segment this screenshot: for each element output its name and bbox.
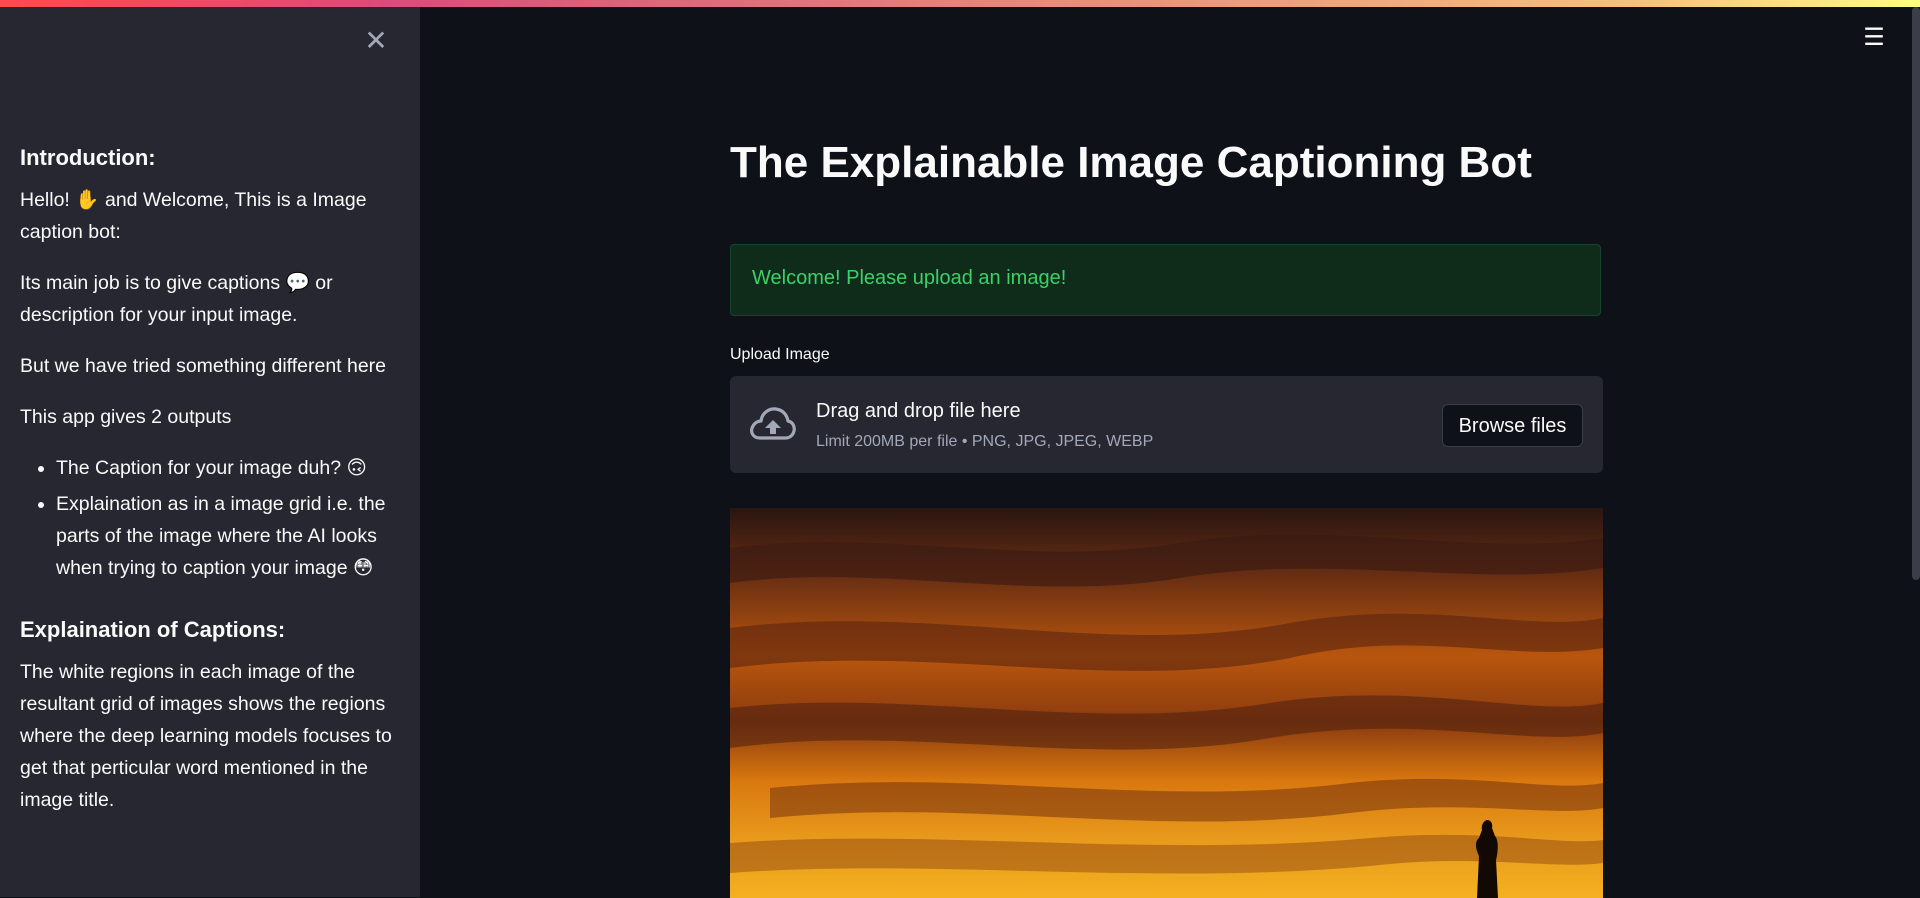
intro-paragraph-2: Its main job is to give captions 💬 or de… xyxy=(20,272,333,326)
sidebar: ✕ Introduction: Hello! ✋ and Welcome, Th… xyxy=(0,7,420,897)
page-title: The Explainable Image Captioning Bot xyxy=(730,138,1532,187)
close-icon: ✕ xyxy=(364,25,388,56)
cloud-upload-icon xyxy=(748,404,796,442)
intro-paragraph-4: This app gives 2 outputs xyxy=(20,406,232,428)
sidebar-content: Introduction: Hello! ✋ and Welcome, This… xyxy=(20,142,392,835)
explanation-paragraph: The white regions in each image of the r… xyxy=(20,661,392,811)
top-decoration-bar xyxy=(0,0,1920,7)
upload-label: Upload Image xyxy=(730,346,830,363)
explanation-heading: Explaination of Captions: xyxy=(20,617,286,642)
uploaded-image-preview xyxy=(730,508,1603,898)
browse-files-button[interactable]: Browse files xyxy=(1442,404,1583,447)
close-sidebar-button[interactable]: ✕ xyxy=(362,27,390,55)
intro-paragraph-3: But we have tried something different he… xyxy=(20,355,387,377)
list-item: The Caption for your image duh? 🙃 xyxy=(56,452,392,484)
intro-paragraph-1: Hello! ✋ and Welcome, This is a Image ca… xyxy=(20,189,367,243)
intro-heading: Introduction: xyxy=(20,145,156,170)
outputs-list: The Caption for your image duh? 🙃 Explai… xyxy=(20,452,392,584)
scrollbar-thumb[interactable] xyxy=(1912,7,1920,580)
sunset-photo xyxy=(730,508,1603,898)
file-dropzone[interactable]: Drag and drop file here Limit 200MB per … xyxy=(730,376,1603,473)
dropzone-title: Drag and drop file here xyxy=(816,400,1021,422)
success-alert: Welcome! Please upload an image! xyxy=(730,244,1601,316)
alert-text: Welcome! Please upload an image! xyxy=(752,267,1067,289)
main-menu-button[interactable]: ☰ xyxy=(1862,26,1886,50)
hamburger-menu-icon: ☰ xyxy=(1863,24,1885,51)
dropzone-subtitle: Limit 200MB per file • PNG, JPG, JPEG, W… xyxy=(816,433,1154,450)
list-item: Explaination as in a image grid i.e. the… xyxy=(56,488,392,584)
